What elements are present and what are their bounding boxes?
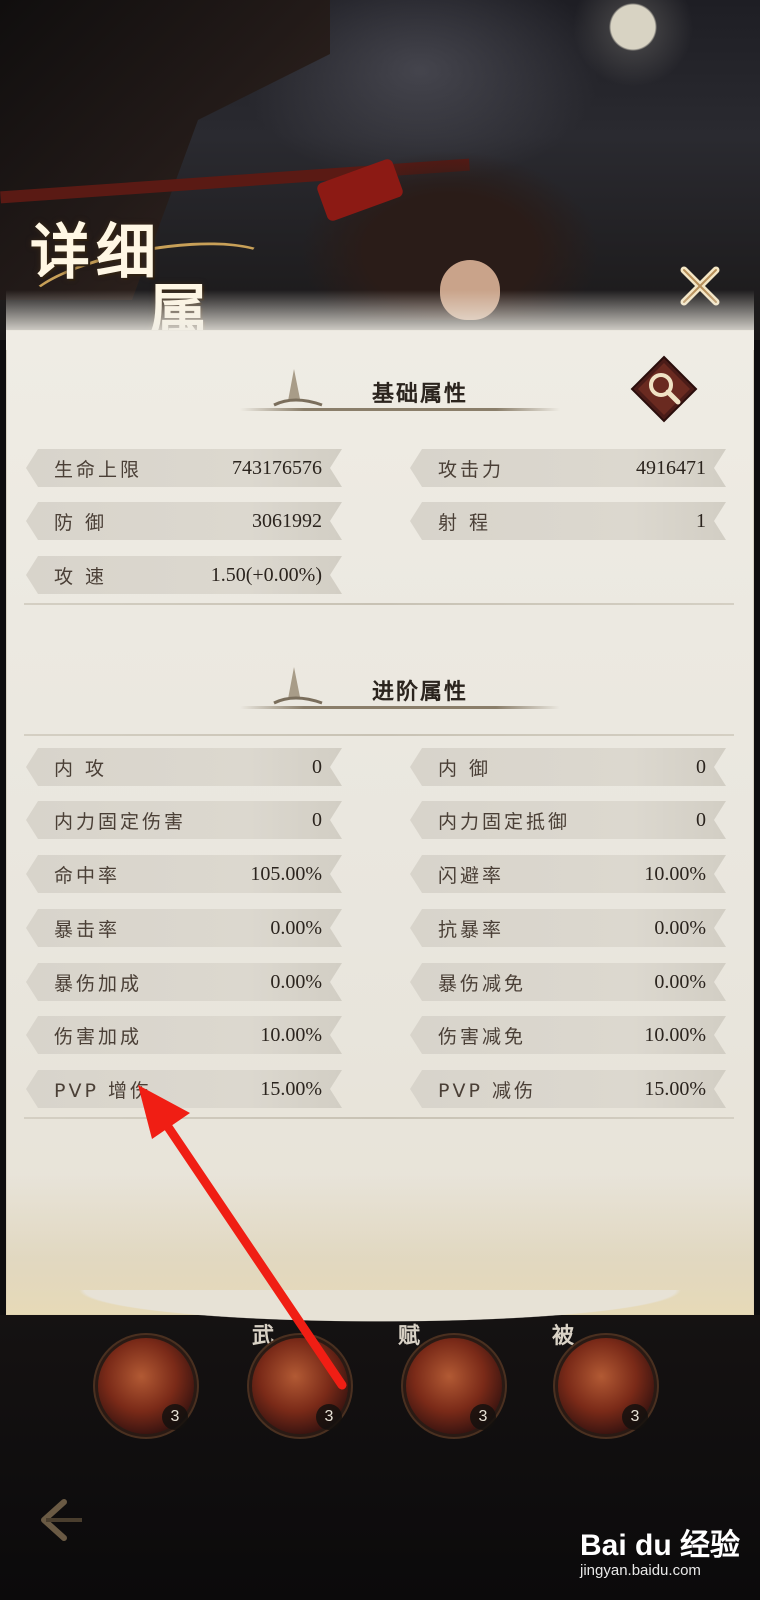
stat-value: 3061992	[252, 509, 322, 532]
stat-label: 暴伤减免	[438, 972, 527, 995]
skill-tag: 被	[552, 1324, 575, 1349]
section-title-basic: 基础属性	[371, 382, 468, 407]
stat-value: 0	[696, 808, 706, 831]
stat-row-range: 射 程 1	[410, 502, 726, 540]
stat-row-hp: 生命上限 743176576	[26, 449, 342, 487]
watermark-main: Bai du 经验	[580, 1529, 741, 1562]
stat-value: 1	[696, 509, 706, 532]
stat-label: 伤害减免	[438, 1025, 527, 1048]
stat-label: 攻 速	[54, 565, 108, 588]
search-icon	[630, 355, 698, 423]
stat-row-pvp-damage: PVP 增伤 15.00%	[26, 1070, 342, 1108]
section-underline	[240, 706, 560, 709]
section-divider	[24, 1117, 734, 1119]
stat-value: 0	[696, 755, 706, 778]
skill-slot-4[interactable]: 3	[558, 1338, 654, 1434]
stat-value: 10.00%	[260, 1023, 322, 1046]
skill-slot-3[interactable]: 3	[406, 1338, 502, 1434]
stat-label: 射 程	[438, 511, 492, 534]
stat-value: 10.00%	[644, 1023, 706, 1046]
section-divider	[24, 734, 734, 736]
skill-slot-2[interactable]: 3	[252, 1338, 348, 1434]
stat-label: 伤害加成	[54, 1025, 143, 1048]
stat-value: 743176576	[232, 456, 322, 479]
stat-label: 暴伤加成	[54, 972, 143, 995]
stat-row: 内 御 0	[410, 748, 726, 786]
stat-value: 15.00%	[260, 1077, 322, 1100]
basic-section-header: 基础属性	[240, 365, 560, 419]
section-divider	[24, 603, 734, 605]
advanced-section-header: 进阶属性	[240, 663, 560, 717]
stat-value: 0.00%	[654, 970, 706, 993]
stat-row: 闪避率 10.00%	[410, 855, 726, 893]
panel-bottom-edge	[0, 1290, 760, 1330]
stat-label: PVP 增伤	[54, 1079, 152, 1102]
skill-count: 3	[622, 1404, 648, 1430]
stat-row: 伤害减免 10.00%	[410, 1016, 726, 1054]
stat-label: 防 御	[54, 511, 108, 534]
stat-value: 4916471	[636, 456, 706, 479]
search-button[interactable]	[630, 355, 698, 423]
stat-label: 命中率	[54, 864, 121, 887]
stat-label: 抗暴率	[438, 918, 505, 941]
stat-value: 0.00%	[654, 916, 706, 939]
stat-value: 0	[312, 808, 322, 831]
panel-top-fade	[6, 290, 754, 350]
stat-row: 伤害加成 10.00%	[26, 1016, 342, 1054]
stat-row: 暴伤减免 0.00%	[410, 963, 726, 1001]
stat-label: 内 御	[438, 757, 492, 780]
stat-row: 抗暴率 0.00%	[410, 909, 726, 947]
skill-count: 3	[316, 1404, 342, 1430]
stat-row-attack-speed: 攻 速 1.50(+0.00%)	[26, 556, 342, 594]
section-title-advanced: 进阶属性	[371, 680, 468, 705]
stat-label: 攻击力	[438, 458, 505, 481]
skill-slot-1[interactable]: 3	[98, 1338, 194, 1434]
skill-tag: 赋	[398, 1324, 421, 1349]
stat-value: 0	[312, 755, 322, 778]
stat-row: 命中率 105.00%	[26, 855, 342, 893]
stat-row: 暴击率 0.00%	[26, 909, 342, 947]
skill-count: 3	[470, 1404, 496, 1430]
stat-value: 1.50(+0.00%)	[210, 563, 322, 586]
watermark-url: jingyan.baidu.com	[580, 1562, 701, 1579]
stat-label: 内 攻	[54, 757, 108, 780]
stat-row: 暴伤加成 0.00%	[26, 963, 342, 1001]
stat-label: 闪避率	[438, 864, 505, 887]
stat-value: 105.00%	[250, 862, 322, 885]
stat-label: 暴击率	[54, 918, 121, 941]
skill-count: 3	[162, 1404, 188, 1430]
stat-label: 内力固定抵御	[438, 810, 571, 833]
stat-label: 生命上限	[54, 458, 143, 481]
back-button[interactable]	[30, 1490, 90, 1550]
section-underline	[240, 408, 560, 411]
stat-label: PVP 减伤	[438, 1079, 536, 1102]
stat-row: 内力固定伤害 0	[26, 801, 342, 839]
skill-tag: 武	[252, 1324, 275, 1349]
title-line-1: 详细	[30, 218, 162, 288]
baidu-watermark: Bai du 经验 jingyan.baidu.com	[580, 1520, 740, 1590]
stat-row-pvp-reduction: PVP 减伤 15.00%	[410, 1070, 726, 1108]
stat-row-attack: 攻击力 4916471	[410, 449, 726, 487]
stat-row: 内 攻 0	[26, 748, 342, 786]
stat-value: 0.00%	[270, 916, 322, 939]
back-arrow-icon	[41, 1499, 82, 1541]
stat-label: 内力固定伤害	[54, 810, 187, 833]
stat-value: 0.00%	[270, 970, 322, 993]
stat-value: 15.00%	[644, 1077, 706, 1100]
stat-row-defense: 防 御 3061992	[26, 502, 342, 540]
stat-value: 10.00%	[644, 862, 706, 885]
stat-row: 内力固定抵御 0	[410, 801, 726, 839]
